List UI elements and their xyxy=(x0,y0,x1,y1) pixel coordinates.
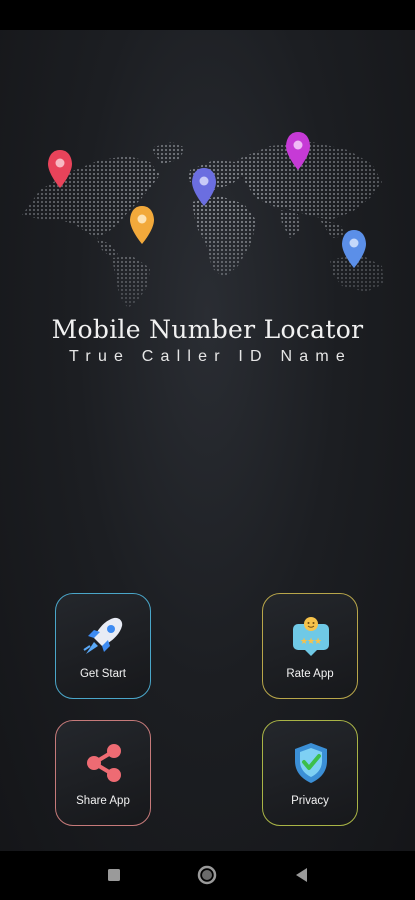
share-icon xyxy=(80,739,128,787)
triangle-back-icon[interactable] xyxy=(292,865,312,885)
shield-check-icon xyxy=(287,739,335,787)
world-map xyxy=(0,120,415,310)
orange-pin-icon xyxy=(130,206,154,244)
rate-app-button[interactable]: ★ ★ ★ Rate App xyxy=(262,593,358,699)
svg-text:★: ★ xyxy=(314,637,322,647)
system-nav-bar xyxy=(0,851,415,900)
get-start-button[interactable]: Get Start xyxy=(55,593,151,699)
title-block: Mobile Number Locator True Caller ID Nam… xyxy=(0,315,415,366)
app-subtitle: True Caller ID Name xyxy=(69,348,352,365)
rate-app-label: Rate App xyxy=(286,668,334,680)
world-map-graphic xyxy=(22,132,384,308)
rating-icon: ★ ★ ★ xyxy=(287,612,335,660)
privacy-button[interactable]: Privacy xyxy=(262,720,358,826)
app-title: Mobile Number Locator xyxy=(51,315,364,344)
rocket-icon xyxy=(80,612,128,660)
privacy-label: Privacy xyxy=(291,795,329,807)
share-app-button[interactable]: Share App xyxy=(55,720,151,826)
circle-icon[interactable] xyxy=(197,865,217,885)
get-start-label: Get Start xyxy=(79,668,127,680)
share-app-label: Share App xyxy=(76,795,130,807)
square-icon[interactable] xyxy=(104,865,124,885)
status-bar xyxy=(0,0,415,30)
